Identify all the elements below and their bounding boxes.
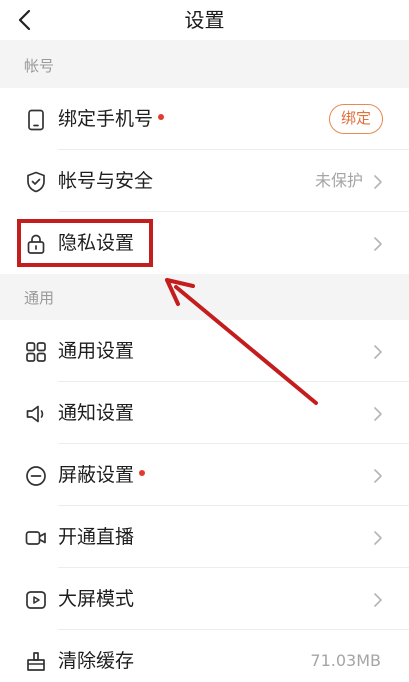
tv-play-icon xyxy=(26,591,46,609)
big-screen-mode-row[interactable]: 大屏模式 xyxy=(0,568,409,630)
top-bar: 设置 xyxy=(0,0,409,40)
block-settings-label: 屏蔽设置 xyxy=(58,462,146,488)
chevron-right-icon xyxy=(374,407,382,421)
bind-phone-row[interactable]: 绑定手机号 绑定 xyxy=(0,88,409,150)
chevron-right-icon xyxy=(374,345,382,359)
page-title: 设置 xyxy=(184,8,225,32)
annotation-highlight-box xyxy=(17,219,153,267)
chevron-right-icon xyxy=(374,531,382,545)
block-icon xyxy=(26,466,46,486)
clear-cache-label: 清除缓存 xyxy=(58,650,135,672)
start-live-label: 开通直播 xyxy=(58,526,135,548)
chevron-right-icon xyxy=(374,237,382,251)
shield-icon xyxy=(27,171,45,193)
notification-dot xyxy=(139,469,146,476)
block-settings-text: 屏蔽设置 xyxy=(58,464,135,486)
chevron-right-icon xyxy=(374,593,382,607)
account-security-row[interactable]: 帐号与安全 未保护 xyxy=(0,150,409,212)
video-camera-icon xyxy=(25,531,46,545)
bind-phone-text: 绑定手机号 xyxy=(58,108,154,130)
section-label-account: 帐号 xyxy=(24,57,55,75)
cache-size: 71.03MB xyxy=(310,651,381,670)
grid-icon xyxy=(26,342,46,362)
phone-icon xyxy=(28,109,44,131)
bind-phone-label: 绑定手机号 xyxy=(58,106,165,132)
big-screen-mode-label: 大屏模式 xyxy=(58,588,135,610)
general-settings-label: 通用设置 xyxy=(58,340,135,362)
notification-settings-label: 通知设置 xyxy=(58,402,135,424)
bind-button[interactable]: 绑定 xyxy=(329,104,383,134)
block-settings-row[interactable]: 屏蔽设置 xyxy=(0,444,409,506)
start-live-row[interactable]: 开通直播 xyxy=(0,506,409,568)
account-security-label: 帐号与安全 xyxy=(58,170,154,192)
clear-cache-row[interactable]: 清除缓存 71.03MB xyxy=(0,630,409,682)
chevron-right-icon xyxy=(374,175,382,189)
security-status: 未保护 xyxy=(314,171,363,190)
general-settings-row[interactable]: 通用设置 xyxy=(0,320,409,382)
section-label-general: 通用 xyxy=(24,289,55,307)
broom-icon xyxy=(27,652,45,671)
speaker-icon xyxy=(26,405,44,423)
chevron-right-icon xyxy=(374,469,382,483)
notification-dot xyxy=(158,113,165,120)
notification-settings-row[interactable]: 通知设置 xyxy=(0,382,409,444)
